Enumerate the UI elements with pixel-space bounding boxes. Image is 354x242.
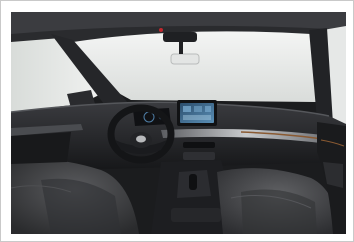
- climate-controls: [183, 152, 215, 160]
- storage-tray: [171, 208, 221, 222]
- screen-bar: [183, 115, 211, 120]
- car-interior-illustration: [11, 12, 346, 234]
- center-air-vent: [183, 142, 215, 148]
- screen-tile: [205, 106, 211, 112]
- screen-tile: [183, 106, 191, 112]
- car-interior-photo: [11, 12, 346, 234]
- image-frame: [0, 0, 354, 242]
- rearview-mirror: [170, 53, 200, 65]
- door-handle-area: [323, 162, 343, 188]
- screen-tile: [194, 106, 202, 112]
- overhead-light: [159, 28, 163, 32]
- brand-emblem-icon: [136, 135, 146, 143]
- driver-door-panel: [11, 132, 71, 164]
- mirror-stem: [179, 42, 183, 54]
- rearview-mirror-mount: [163, 32, 197, 42]
- gear-selector: [189, 174, 197, 190]
